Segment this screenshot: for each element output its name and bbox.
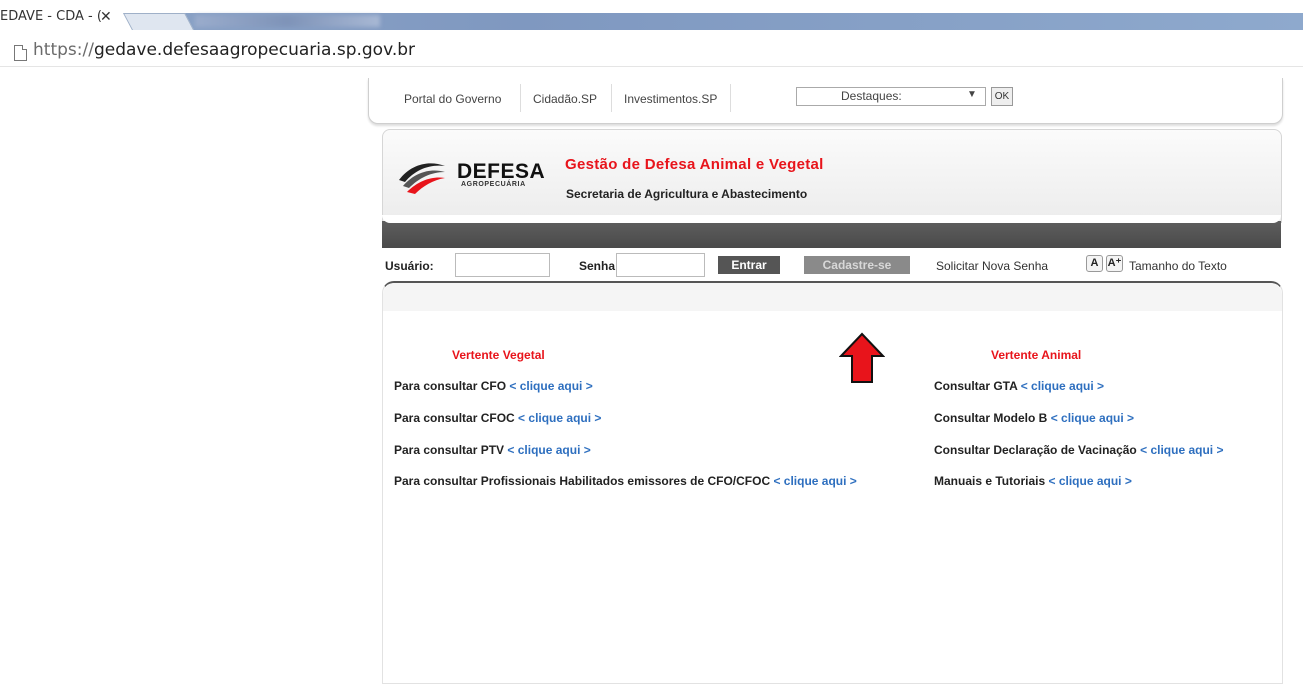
user-input[interactable] xyxy=(455,253,550,277)
link-consultar-cfoc[interactable]: < clique aqui > xyxy=(518,411,601,425)
ok-button[interactable]: OK xyxy=(991,87,1013,106)
link-consultar-ptv[interactable]: < clique aqui > xyxy=(507,443,590,457)
divider xyxy=(520,84,521,112)
item-text: Para consultar CFO xyxy=(394,379,507,393)
tab-close-icon[interactable]: ✕ xyxy=(100,10,112,27)
divider xyxy=(611,84,612,112)
gov-topbar: Portal do Governo Cidadão.SP Investiment… xyxy=(368,78,1283,124)
destaques-label: Destaques: xyxy=(841,89,902,103)
solicitar-senha-link[interactable]: Solicitar Nova Senha xyxy=(936,259,1048,273)
header-dark-band xyxy=(382,215,1281,248)
list-item: Manuais e Tutoriais < clique aqui > xyxy=(934,474,1132,488)
browser-tabstrip: EDAVE - CDA - ( ✕ xyxy=(0,0,1303,32)
item-text: Para consultar Profissionais Habilitados… xyxy=(394,474,771,488)
text-size-label: Tamanho do Texto xyxy=(1129,259,1227,273)
item-text: Manuais e Tutoriais xyxy=(934,474,1046,488)
page-subtitle: Secretaria de Agricultura e Abasteciment… xyxy=(566,187,808,201)
link-consultar-vacinacao[interactable]: < clique aqui > xyxy=(1140,443,1223,457)
font-decrease-button[interactable]: A xyxy=(1086,255,1103,272)
link-consultar-profissionais[interactable]: < clique aqui > xyxy=(773,474,856,488)
entrar-button[interactable]: Entrar xyxy=(718,256,780,274)
link-consultar-gta[interactable]: < clique aqui > xyxy=(1021,379,1104,393)
list-item: Para consultar Profissionais Habilitados… xyxy=(394,474,857,488)
font-increase-button[interactable]: A⁺ xyxy=(1106,255,1123,272)
password-input[interactable] xyxy=(616,253,705,277)
link-manuais-tutoriais[interactable]: < clique aqui > xyxy=(1048,474,1131,488)
cadastre-se-button[interactable]: Cadastre-se xyxy=(804,256,910,274)
url-host: gedave.defesaagropecuaria.sp.gov.br xyxy=(93,40,416,60)
defesa-logo-swoosh-icon xyxy=(399,163,445,194)
item-text: Para consultar CFOC xyxy=(394,411,515,425)
list-item: Consultar Declaração de Vacinação < cliq… xyxy=(934,443,1223,457)
list-item: Para consultar PTV < clique aqui > xyxy=(394,443,591,457)
vegetal-heading: Vertente Vegetal xyxy=(452,348,545,362)
user-label: Usuário: xyxy=(385,259,434,273)
animal-heading: Vertente Animal xyxy=(991,348,1082,362)
link-portal-governo[interactable]: Portal do Governo xyxy=(404,92,501,106)
list-item: Para consultar CFOC < clique aqui > xyxy=(394,411,601,425)
password-label: Senha: xyxy=(579,259,620,273)
list-item: Consultar Modelo B < clique aqui > xyxy=(934,411,1134,425)
list-item: Para consultar CFO < clique aqui > xyxy=(394,379,593,393)
page-title: Gestão de Defesa Animal e Vegetal xyxy=(565,156,824,173)
link-investimentos-sp[interactable]: Investimentos.SP xyxy=(624,92,717,106)
link-cidadao-sp[interactable]: Cidadão.SP xyxy=(533,92,597,106)
site-header: DEFESA AGROPECUÁRIA Gestão de Defesa Ani… xyxy=(382,129,1282,223)
url-text[interactable]: https://gedave.defesaagropecuaria.sp.gov… xyxy=(33,40,415,60)
tab-title: EDAVE - CDA - ( xyxy=(0,9,102,24)
item-text: Consultar Declaração de Vacinação xyxy=(934,443,1137,457)
link-consultar-modelo-b[interactable]: < clique aqui > xyxy=(1051,411,1134,425)
item-text: Consultar Modelo B xyxy=(934,411,1048,425)
browser-tab-active[interactable]: EDAVE - CDA - ( ✕ xyxy=(0,10,138,30)
red-arrow-annotation-icon xyxy=(839,332,885,383)
item-text: Para consultar PTV xyxy=(394,443,505,457)
destaques-select[interactable]: Destaques: ▼ xyxy=(796,87,986,106)
browser-tab-blurred[interactable] xyxy=(195,15,380,27)
logo-subtext: AGROPECUÁRIA xyxy=(461,181,526,188)
chevron-down-icon: ▼ xyxy=(967,89,977,100)
list-item: Consultar GTA < clique aqui > xyxy=(934,379,1104,393)
link-consultar-cfo[interactable]: < clique aqui > xyxy=(509,379,592,393)
url-scheme: https:// xyxy=(33,40,94,60)
content-top-strip xyxy=(383,283,1282,311)
page-icon xyxy=(14,45,27,61)
login-bar: Usuário: Senha: Entrar Cadastre-se Solic… xyxy=(382,250,1280,280)
main-content: Vertente Vegetal Para consultar CFO < cl… xyxy=(382,281,1283,684)
divider xyxy=(730,84,731,112)
item-text: Consultar GTA xyxy=(934,379,1018,393)
